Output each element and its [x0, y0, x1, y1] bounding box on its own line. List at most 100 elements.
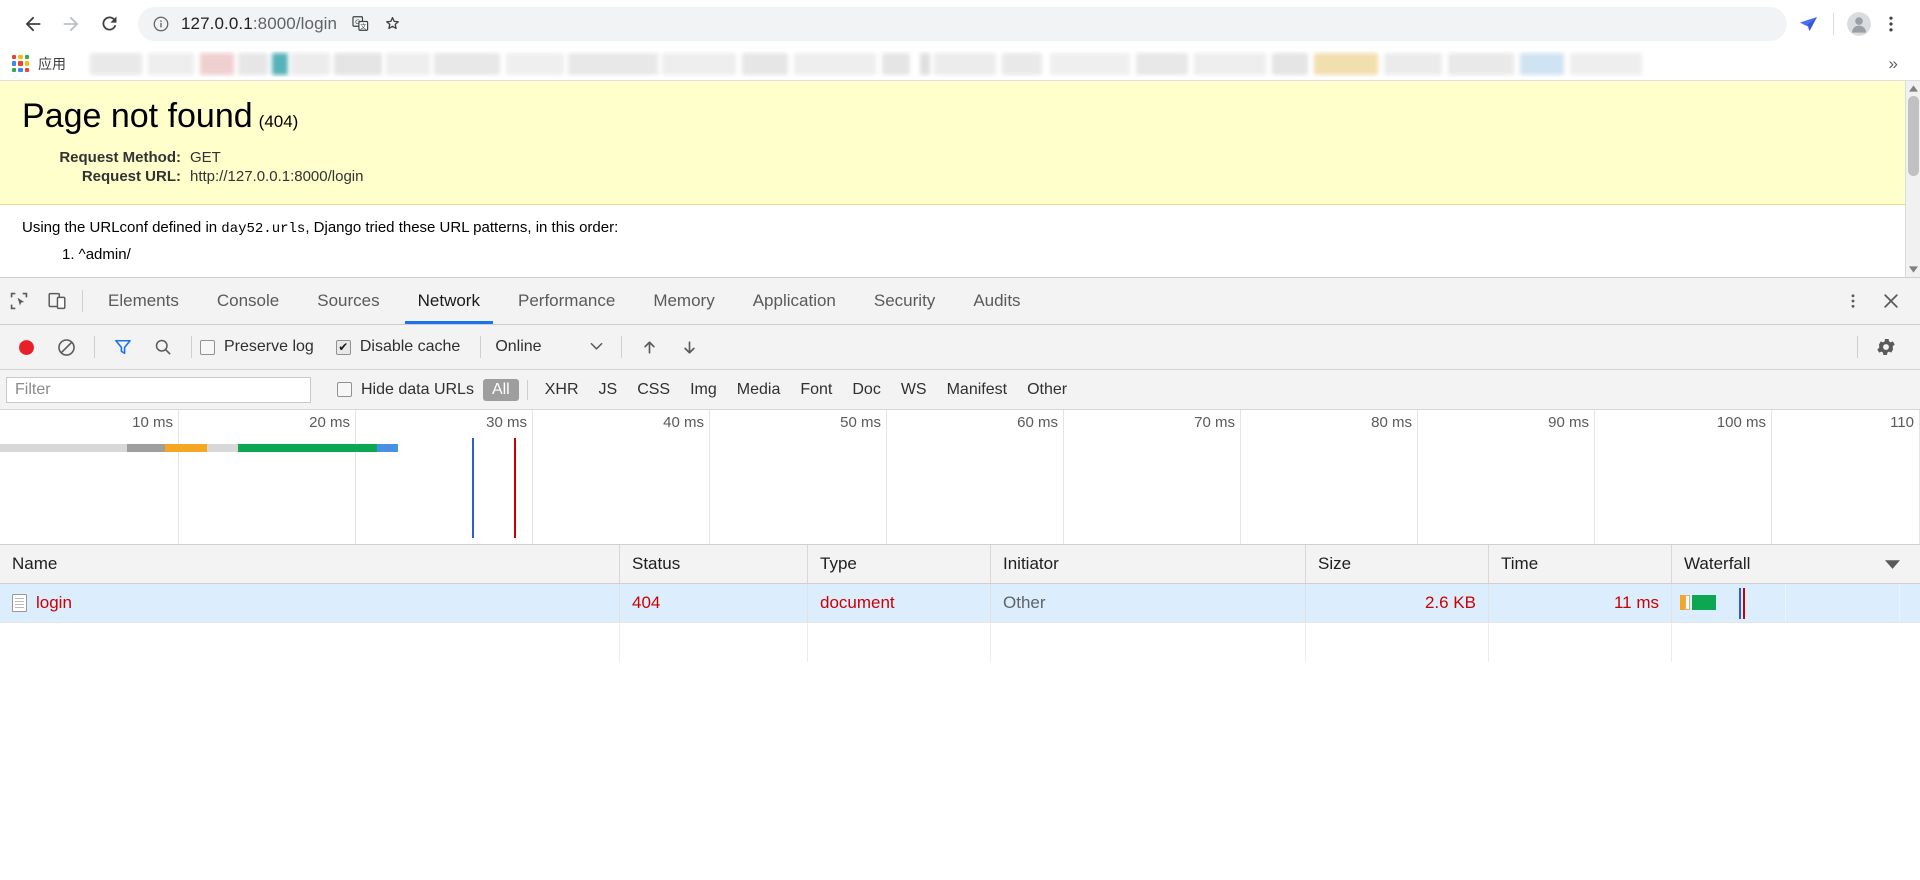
column-header-waterfall[interactable]: Waterfall	[1672, 545, 1920, 583]
cell-initiator[interactable]: Other	[991, 584, 1306, 622]
type-filter-xhr[interactable]: XHR	[536, 379, 588, 401]
tab-sources[interactable]: Sources	[298, 278, 398, 324]
empty-table-area	[0, 623, 1920, 662]
toolbar-divider	[191, 336, 192, 358]
import-har-icon[interactable]	[630, 327, 670, 367]
page-scrollbar-thumb[interactable]	[1908, 96, 1919, 176]
three-dot-menu-icon[interactable]	[1876, 9, 1906, 39]
type-filter-media[interactable]: Media	[728, 379, 790, 401]
export-har-icon[interactable]	[670, 327, 710, 367]
scroll-down-arrow-icon[interactable]	[1906, 262, 1920, 277]
urlconf-module: day52.urls	[221, 220, 306, 237]
network-overview-timeline[interactable]: 10 ms 20 ms 30 ms 40 ms 50 ms 60 ms 70 m…	[0, 410, 1920, 545]
forward-button[interactable]	[52, 5, 90, 43]
devtools-tabs: Elements Console Sources Network Perform…	[89, 278, 1040, 324]
column-header-waterfall-label: Waterfall	[1684, 554, 1751, 573]
tab-memory[interactable]: Memory	[634, 278, 733, 324]
back-button[interactable]	[14, 5, 52, 43]
type-filter-js[interactable]: JS	[590, 379, 627, 401]
browser-chrome: 127.0.0.1:8000/login G 文 应用 »	[0, 0, 1920, 81]
record-stop-icon[interactable]	[6, 327, 46, 367]
tab-console[interactable]: Console	[198, 278, 298, 324]
load-event-marker	[1743, 588, 1745, 619]
throttling-select[interactable]: Online	[495, 338, 603, 356]
three-dot-menu-icon[interactable]	[1834, 292, 1872, 310]
cell-name[interactable]: login	[0, 584, 620, 622]
type-filter-img[interactable]: Img	[681, 379, 726, 401]
column-header-status[interactable]: Status	[620, 545, 808, 583]
table-row: Request URL: http://127.0.0.1:8000/login	[0, 167, 364, 186]
star-outline-icon[interactable]	[377, 9, 407, 39]
tab-performance[interactable]: Performance	[499, 278, 634, 324]
tab-application[interactable]: Application	[734, 278, 855, 324]
dom-content-loaded-marker	[472, 438, 474, 538]
hide-data-urls-checkbox[interactable]: Hide data URLs	[337, 381, 474, 399]
avatar-icon[interactable]	[1844, 9, 1874, 39]
overview-request-bar	[0, 444, 1920, 452]
chevron-down-icon	[589, 338, 603, 356]
extension-icon[interactable]	[1793, 9, 1823, 39]
page-scrollbar[interactable]	[1905, 81, 1920, 277]
inspect-element-icon[interactable]	[0, 278, 38, 324]
toolbar-divider	[1857, 336, 1858, 358]
type-filter-all[interactable]: All	[482, 378, 519, 401]
column-header-initiator[interactable]: Initiator	[991, 545, 1306, 583]
column-header-size[interactable]: Size	[1306, 545, 1489, 583]
table-row: Request Method: GET	[0, 148, 363, 167]
column-header-name[interactable]: Name	[0, 545, 620, 583]
table-row[interactable]: login 404 document Other 2.6 KB 11 ms	[0, 584, 1920, 623]
bookmarks-overflow-button[interactable]: »	[1879, 54, 1908, 74]
tab-network[interactable]: Network	[399, 278, 499, 324]
cell-status: 404	[620, 584, 808, 622]
type-filter-doc[interactable]: Doc	[843, 379, 889, 401]
gear-icon[interactable]	[1866, 327, 1906, 367]
network-requests-table: Name Status Type Initiator Size Time Wat…	[0, 545, 1920, 836]
column-header-time[interactable]: Time	[1489, 545, 1672, 583]
tab-elements[interactable]: Elements	[89, 278, 198, 324]
cell-time: 11 ms	[1489, 584, 1672, 622]
clear-icon[interactable]	[46, 327, 86, 367]
address-bar[interactable]: 127.0.0.1:8000/login G 文	[138, 6, 1787, 41]
throttling-value: Online	[495, 338, 542, 355]
column-header-type[interactable]: Type	[808, 545, 991, 583]
tick-label: 100 ms	[1716, 414, 1766, 431]
tab-audits[interactable]: Audits	[954, 278, 1039, 324]
table-body: login 404 document Other 2.6 KB 11 ms	[0, 584, 1920, 836]
chevron-down-icon[interactable]	[1885, 554, 1900, 574]
apps-shortcut[interactable]: 应用	[12, 54, 66, 74]
request-meta-table: Request Method: GET Request URL: http://…	[0, 148, 1920, 186]
request-url-value: http://127.0.0.1:8000/login	[190, 167, 364, 185]
info-circle-icon[interactable]	[152, 15, 170, 33]
preserve-log-checkbox[interactable]: Preserve log	[200, 338, 314, 356]
type-filter-other[interactable]: Other	[1018, 379, 1076, 401]
hide-data-urls-label: Hide data URLs	[361, 380, 474, 398]
reload-button[interactable]	[90, 5, 128, 43]
tick-label: 20 ms	[309, 414, 350, 431]
document-icon	[12, 594, 27, 612]
translate-icon[interactable]: G 文	[345, 9, 375, 39]
page-title: Page not found (404)	[0, 95, 1920, 138]
table-header-row: Name Status Type Initiator Size Time Wat…	[0, 545, 1920, 584]
checkbox-box	[337, 382, 352, 397]
type-filter-ws[interactable]: WS	[892, 379, 936, 401]
cell-waterfall[interactable]	[1672, 584, 1920, 622]
tab-security[interactable]: Security	[855, 278, 954, 324]
urlconf-suffix: , Django tried these URL patterns, in th…	[305, 218, 619, 236]
tick-label: 10 ms	[132, 414, 173, 431]
type-filter-css[interactable]: CSS	[628, 379, 679, 401]
request-method-label: Request Method:	[59, 148, 181, 166]
device-toolbar-icon[interactable]	[38, 278, 76, 324]
disable-cache-checkbox[interactable]: Disable cache	[335, 338, 460, 356]
type-filter-font[interactable]: Font	[791, 379, 841, 401]
search-icon[interactable]	[143, 327, 183, 367]
close-icon[interactable]	[1872, 291, 1910, 311]
scroll-up-arrow-icon[interactable]	[1906, 81, 1920, 96]
apps-grid-icon	[12, 55, 29, 72]
bookmark-items-blurred[interactable]	[82, 51, 1879, 77]
page-title-text: Page not found	[22, 97, 253, 135]
tick-label: 80 ms	[1371, 414, 1412, 431]
devtools-tabbar-actions	[1821, 278, 1920, 324]
filter-input[interactable]	[6, 376, 311, 403]
filter-funnel-icon[interactable]	[103, 327, 143, 367]
type-filter-manifest[interactable]: Manifest	[938, 379, 1016, 401]
